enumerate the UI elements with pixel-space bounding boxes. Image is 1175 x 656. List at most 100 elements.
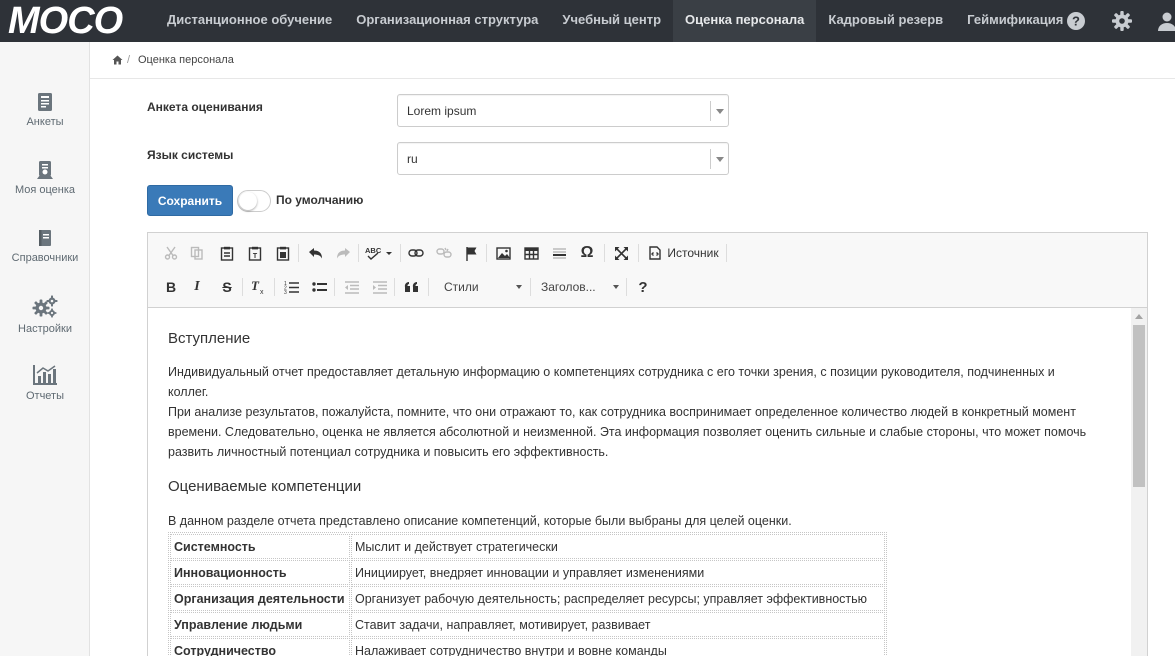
headings-dropdown[interactable]: Заголов... xyxy=(541,276,621,298)
questionnaire-select[interactable]: Lorem ipsum xyxy=(397,94,729,127)
table-icon[interactable] xyxy=(522,242,540,264)
top-navbar: MOCO Дистанционное обучение Организацион… xyxy=(0,0,1175,42)
nav-item-distance-learning[interactable]: Дистанционное обучение xyxy=(155,0,344,42)
nav-item-org-structure[interactable]: Организационная структура xyxy=(344,0,550,42)
toolbar-separator xyxy=(428,278,429,296)
competency-description: Организует рабочую деятельность; распред… xyxy=(351,586,885,611)
questionnaire-label: Анкета оценивания xyxy=(147,100,263,114)
editor-content[interactable]: Вступление Индивидуальный отчет предоста… xyxy=(148,308,1131,656)
toolbar-separator xyxy=(242,278,243,296)
strikethrough-icon[interactable]: S xyxy=(218,276,236,298)
nav-item-gamification[interactable]: Геймификация xyxy=(955,0,1075,42)
questionnaire-icon xyxy=(38,93,52,111)
nav-item-talent-pool[interactable]: Кадровый резерв xyxy=(816,0,955,42)
toggle-knob xyxy=(239,192,257,210)
anchor-flag-icon[interactable] xyxy=(462,242,480,264)
questionnaire-select-value: Lorem ipsum xyxy=(407,104,477,118)
redo-icon[interactable] xyxy=(334,242,352,264)
chevron-down-icon xyxy=(516,285,522,289)
chevron-down-icon xyxy=(710,101,728,121)
svg-text:T: T xyxy=(251,279,260,293)
competency-description: Инициирует, внедряет инновации и управля… xyxy=(351,560,885,585)
spellcheck-icon[interactable]: ABC xyxy=(364,242,394,264)
svg-text:T: T xyxy=(253,253,258,260)
home-icon[interactable] xyxy=(112,55,123,65)
competency-name: Управление людьми xyxy=(170,612,350,637)
help-icon[interactable]: ? xyxy=(634,276,652,298)
sidebar-item-settings[interactable]: Настройки xyxy=(0,295,90,335)
app-logo[interactable]: MOCO xyxy=(8,2,123,40)
language-select[interactable]: ru xyxy=(397,142,729,175)
editor-toolbar: T ABC Ω Источник B I S T x 1 2 3 Стили З… xyxy=(148,233,1147,308)
source-label: Источник xyxy=(667,246,719,260)
headings-dropdown-label: Заголов... xyxy=(541,280,596,294)
paste-word-icon[interactable] xyxy=(274,242,292,264)
blockquote-icon[interactable] xyxy=(402,276,422,298)
save-button[interactable]: Сохранить xyxy=(147,185,233,216)
link-icon[interactable] xyxy=(406,242,426,264)
scroll-thumb[interactable] xyxy=(1133,325,1145,487)
image-icon[interactable] xyxy=(494,242,512,264)
nav-item-assessment[interactable]: Оценка персонала xyxy=(673,0,817,42)
toolbar-separator xyxy=(604,244,605,262)
svg-text:ABC: ABC xyxy=(365,246,382,255)
gear-icon[interactable] xyxy=(1110,9,1134,33)
default-toggle-label: По умолчанию xyxy=(276,193,364,207)
source-button[interactable]: Источник xyxy=(646,242,722,264)
default-toggle[interactable] xyxy=(237,190,271,212)
competency-description: Ставит задачи, направляет, мотивирует, р… xyxy=(351,612,885,637)
outdent-icon[interactable] xyxy=(342,276,360,298)
maximize-icon[interactable] xyxy=(612,242,630,264)
toolbar-separator xyxy=(626,278,627,296)
sidebar-item-my-assessment[interactable]: Моя оценка xyxy=(0,160,90,196)
toolbar-separator xyxy=(638,244,639,262)
nav-item-training-center[interactable]: Учебный центр xyxy=(550,0,673,42)
toolbar-separator xyxy=(274,278,275,296)
help-icon[interactable]: ? xyxy=(1064,9,1088,33)
numbered-list-icon[interactable]: 123 xyxy=(282,276,300,298)
source-icon xyxy=(649,246,662,260)
table-row: Инновационность Инициирует, внедряет инн… xyxy=(170,560,885,585)
intro-paragraph-1: Индивидуальный отчет предоставляет детал… xyxy=(168,365,1055,399)
my-assessment-icon xyxy=(37,161,53,179)
breadcrumb-separator: / xyxy=(127,54,131,66)
copy-icon[interactable] xyxy=(188,242,206,264)
chart-icon xyxy=(33,365,57,385)
horizontal-line-icon[interactable] xyxy=(550,242,568,264)
competency-name: Системность xyxy=(170,534,350,559)
cut-icon[interactable] xyxy=(162,242,180,264)
indent-icon[interactable] xyxy=(370,276,388,298)
rich-text-editor: T ABC Ω Источник B I S T x 1 2 3 Стили З… xyxy=(147,232,1148,656)
table-row: Организация деятельности Организует рабо… xyxy=(170,586,885,611)
toolbar-separator xyxy=(358,244,359,262)
editor-scrollbar[interactable] xyxy=(1131,308,1147,656)
competency-name: Сотрудничество xyxy=(170,638,350,656)
sidebar-item-reports[interactable]: Отчеты xyxy=(0,364,90,402)
unlink-icon[interactable] xyxy=(434,242,454,264)
paste-icon[interactable] xyxy=(218,242,236,264)
breadcrumb: / Оценка персонала xyxy=(90,42,1175,79)
bulleted-list-icon[interactable] xyxy=(310,276,328,298)
competencies-intro: В данном разделе отчета представлено опи… xyxy=(168,514,792,528)
special-char-icon[interactable]: Ω xyxy=(578,242,596,264)
sidebar-item-directories[interactable]: Справочники xyxy=(0,228,90,264)
styles-dropdown-label: Стили xyxy=(444,280,479,294)
italic-icon[interactable]: I xyxy=(188,276,206,298)
user-icon[interactable] xyxy=(1155,9,1175,33)
breadcrumb-current: Оценка персонала xyxy=(138,54,234,66)
sidebar-item-label: Анкеты xyxy=(26,116,64,128)
undo-icon[interactable] xyxy=(306,242,324,264)
table-row: Системность Мыслит и действует стратегич… xyxy=(170,534,885,559)
sidebar: Анкеты Моя оценка Справочники Настройки … xyxy=(0,42,90,656)
bold-icon[interactable]: B xyxy=(162,276,180,298)
sidebar-item-questionnaires[interactable]: Анкеты xyxy=(0,92,90,128)
competencies-heading: Оцениваемые компетенции xyxy=(168,478,362,495)
svg-text:?: ? xyxy=(1072,14,1080,29)
toolbar-separator xyxy=(530,278,531,296)
scroll-up-icon[interactable] xyxy=(1135,314,1143,319)
toolbar-separator xyxy=(486,244,487,262)
remove-format-icon[interactable]: Tx xyxy=(248,276,268,298)
styles-dropdown[interactable]: Стили xyxy=(444,276,524,298)
toolbar-separator xyxy=(298,244,299,262)
paste-text-icon[interactable]: T xyxy=(246,242,264,264)
